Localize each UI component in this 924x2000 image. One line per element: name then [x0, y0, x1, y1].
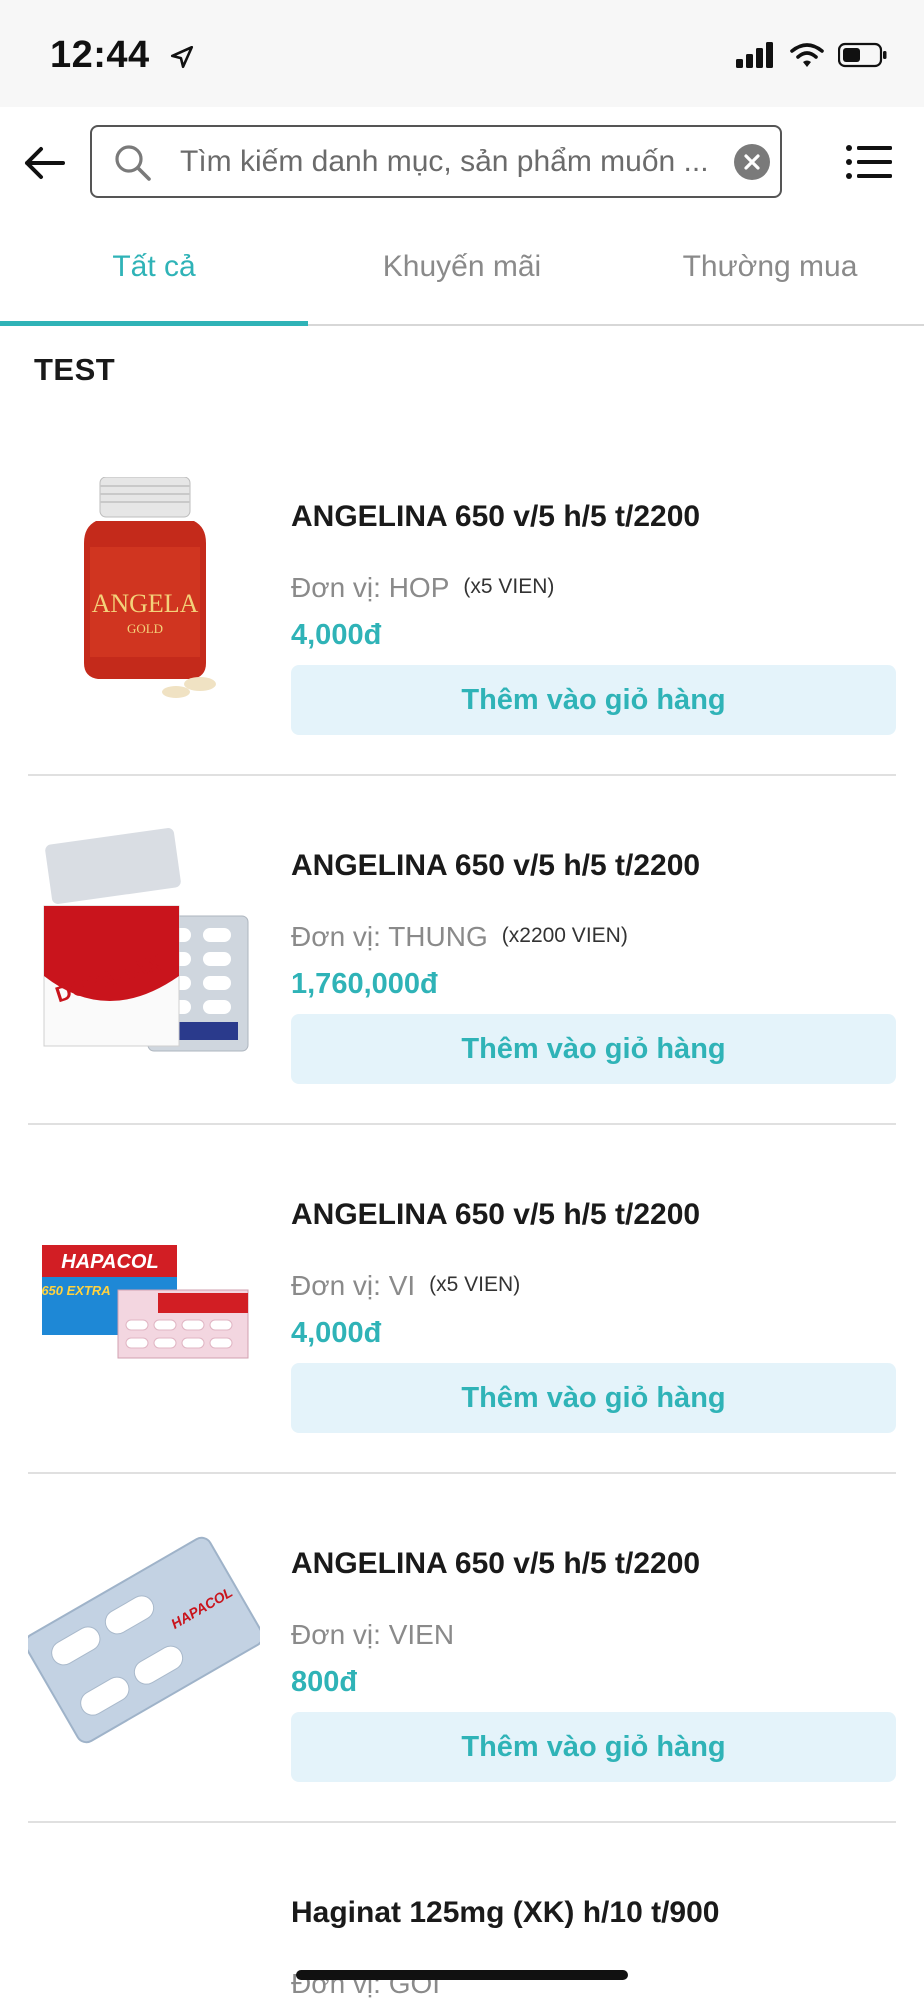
home-indicator	[296, 1970, 628, 1980]
clear-search-button[interactable]	[734, 144, 770, 180]
svg-text:HAPACOL: HAPACOL	[61, 1251, 158, 1273]
product-name[interactable]: Haginat 125mg (XK) h/10 t/900	[291, 1896, 719, 1930]
product-item[interactable]: ANGELA GOLD ANGELINA 650 v/5 h/5 t/2200 …	[28, 427, 896, 776]
search-box	[90, 125, 782, 198]
product-image[interactable]: HAPACOL	[28, 1524, 260, 1756]
product-name[interactable]: ANGELINA 650 v/5 h/5 t/2200	[291, 1198, 700, 1232]
add-to-cart-button[interactable]: Thêm vào giỏ hàng	[291, 1014, 896, 1084]
svg-text:ANGELA: ANGELA	[92, 589, 199, 618]
unit-label: Đơn vị: THUNG	[291, 921, 488, 952]
product-unit: Đơn vị: VI (x5 VIEN)	[291, 1270, 520, 1302]
wifi-icon	[790, 43, 824, 67]
product-price: 4,000đ	[291, 1317, 382, 1349]
product-name[interactable]: ANGELINA 650 v/5 h/5 t/2200	[291, 500, 700, 534]
battery-icon	[838, 42, 887, 68]
svg-text:650 EXTRA: 650 EXTRA	[41, 1283, 110, 1298]
tab-all[interactable]: Tất cả	[0, 220, 308, 326]
add-to-cart-button[interactable]: Thêm vào giỏ hàng	[291, 1712, 896, 1782]
unit-label: Đơn vị: VIEN	[291, 1619, 455, 1650]
product-name[interactable]: ANGELINA 650 v/5 h/5 t/2200	[291, 1547, 700, 1581]
section-title: TEST	[34, 352, 116, 387]
unit-label: Đơn vị: VI	[291, 1270, 416, 1301]
arrow-left-icon	[25, 147, 65, 179]
search-input[interactable]	[180, 137, 720, 187]
status-icons	[736, 38, 888, 72]
product-item[interactable]: HAPACOL ANGELINA 650 v/5 h/5 t/2200 Đơn …	[28, 1474, 896, 1823]
product-unit: Đơn vị: THUNG (x2200 VIEN)	[291, 921, 628, 953]
product-price: 1,760,000đ	[291, 968, 438, 1000]
product-price: 800đ	[291, 1666, 358, 1698]
back-button[interactable]	[18, 137, 70, 189]
close-icon	[744, 154, 760, 170]
product-item[interactable]: HAPACOL 650 EXTRA ANGELINA 650 v/5 h/5 t…	[28, 1125, 896, 1474]
unit-quantity: (x2200 VIEN)	[501, 924, 628, 947]
unit-quantity: (x5 VIEN)	[463, 575, 555, 598]
add-to-cart-button[interactable]: Thêm vào giỏ hàng	[291, 665, 896, 735]
search-icon	[115, 145, 151, 181]
tab-promotions[interactable]: Khuyến mãi	[308, 220, 616, 324]
tab-bar: Tất cả Khuyến mãi Thường mua	[0, 220, 924, 326]
product-image[interactable]: ANGELA GOLD	[28, 477, 260, 709]
status-bar: 12:44	[0, 0, 924, 107]
tab-frequently-bought[interactable]: Thường mua	[616, 220, 924, 324]
status-time: 12:44	[50, 34, 195, 77]
status-time-text: 12:44	[50, 34, 150, 76]
svg-text:GOLD: GOLD	[127, 621, 163, 636]
product-item[interactable]: DOPAGAN ANGELINA 650 v/5 h/5 t/2200 Đơn …	[28, 776, 896, 1125]
product-unit: Đơn vị: VIEN	[291, 1619, 454, 1651]
header	[0, 107, 924, 220]
product-unit: Đơn vị: HOP (x5 VIEN)	[291, 572, 554, 604]
unit-label: Đơn vị: HOP	[291, 572, 450, 603]
product-price: 4,000đ	[291, 619, 382, 651]
product-image[interactable]: HAPACOL 650 EXTRA	[28, 1175, 260, 1407]
add-to-cart-button[interactable]: Thêm vào giỏ hàng	[291, 1363, 896, 1433]
menu-list-icon[interactable]	[844, 137, 894, 187]
unit-quantity: (x5 VIEN)	[429, 1273, 521, 1296]
cellular-signal-icon	[736, 42, 773, 68]
location-arrow-icon	[170, 45, 193, 69]
product-name[interactable]: ANGELINA 650 v/5 h/5 t/2200	[291, 849, 700, 883]
product-image[interactable]: DOPAGAN	[28, 826, 260, 1058]
